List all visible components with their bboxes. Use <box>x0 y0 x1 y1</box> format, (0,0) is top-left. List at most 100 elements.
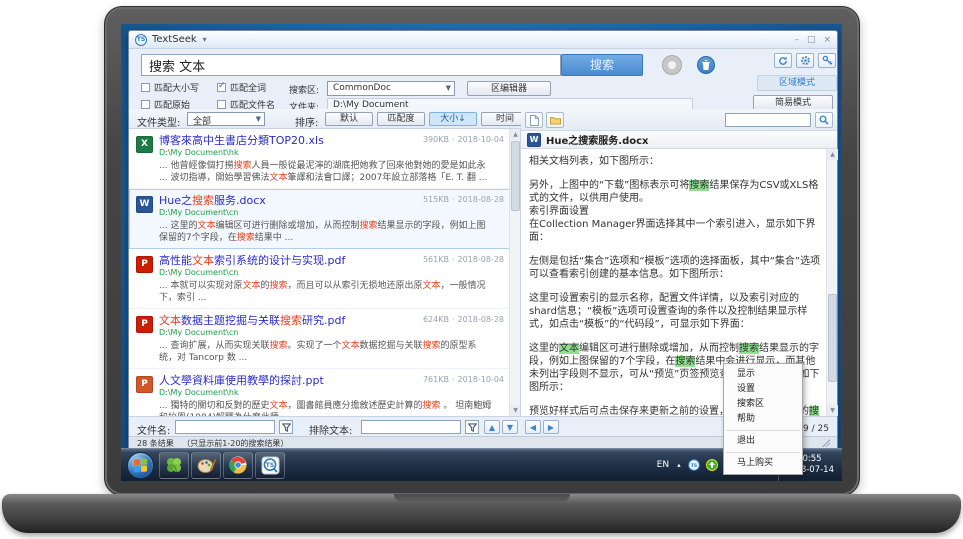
match-case-label: 匹配大小写 <box>154 84 200 94</box>
preview-paragraph: 另外，上图中的“下载”图标表示可将搜索结果保存为CSV或XLS格式的文件，以供用… <box>529 180 819 204</box>
funnel-icon <box>281 422 291 432</box>
result-meta: 624KB · 2018-08-28 <box>422 315 504 324</box>
resize-grip[interactable] <box>822 439 830 447</box>
textseek-tray-icon[interactable]: TS <box>688 459 701 472</box>
preview-search-button[interactable] <box>815 112 833 128</box>
filename-funnel-button[interactable] <box>279 420 293 434</box>
chevron-down-icon: ▼ <box>445 84 451 92</box>
textseek-icon: TS <box>261 456 279 474</box>
sort-relevance-button[interactable]: 匹配度 <box>377 112 425 126</box>
search-icon <box>819 115 829 125</box>
prev-result-button[interactable]: ▲ <box>484 420 500 434</box>
menu-item-settings[interactable]: 设置 <box>724 382 802 397</box>
paint-palette-icon <box>197 458 216 473</box>
result-date: 2018-08-28 <box>457 255 505 264</box>
clear-trash-button[interactable] <box>697 56 715 74</box>
scrollbar-thumb[interactable] <box>828 294 837 382</box>
checkbox-icon[interactable] <box>217 100 226 109</box>
menu-item-search-zone[interactable]: 搜索区 <box>724 397 802 412</box>
scroll-up-icon[interactable]: ▲ <box>827 149 838 160</box>
match-word-label: 匹配全词 <box>230 84 267 94</box>
scroll-down-icon[interactable]: ▼ <box>510 405 520 416</box>
checkbox-icon[interactable] <box>141 100 150 109</box>
search-zone-dropdown[interactable]: CommonDoc ▼ <box>327 81 455 96</box>
prev-hit-button[interactable]: ◀ <box>525 420 541 434</box>
pdf-file-icon: P <box>136 256 153 273</box>
result-path: D:\My Document\hk <box>159 148 239 157</box>
filename-filter-input[interactable] <box>175 420 275 434</box>
scroll-down-icon[interactable]: ▼ <box>827 405 838 416</box>
minimize-button[interactable]: – <box>794 32 799 48</box>
open-folder-button[interactable] <box>546 112 564 128</box>
taskbar-app-clover[interactable] <box>159 451 189 479</box>
laptop-base <box>2 494 961 533</box>
license-button[interactable] <box>818 53 836 68</box>
windows-logo-icon <box>134 458 147 472</box>
preview-scrollbar[interactable]: ▲ ▼ <box>826 149 838 416</box>
close-button[interactable]: × <box>823 32 831 48</box>
word-file-icon: W <box>527 132 541 147</box>
result-row[interactable]: X 390KB · 2018-10-04 博客來高中生書店分類TOP20.xls D… <box>129 129 520 189</box>
result-path: D:\My Document\cn <box>159 328 239 337</box>
taskbar-app-chrome[interactable] <box>223 451 253 479</box>
search-input[interactable] <box>141 54 561 76</box>
result-date: 2018-10-04 <box>457 375 505 384</box>
results-scrollbar[interactable]: ▲ ▼ <box>509 129 520 416</box>
word-file-icon: W <box>136 196 153 213</box>
match-word-checkbox[interactable]: 匹配全词 <box>217 81 266 94</box>
result-meta: 561KB · 2018-08-28 <box>422 255 505 264</box>
funnel-icon <box>467 422 477 432</box>
result-meta: 761KB · 2018-10-04 <box>422 375 505 384</box>
sort-size-button[interactable]: 大小↓ <box>429 112 477 126</box>
chevron-down-icon: ▼ <box>255 115 261 123</box>
sort-default-button[interactable]: 默认 <box>325 112 373 126</box>
record-button[interactable] <box>663 56 681 74</box>
laptop-base-notch <box>393 494 570 502</box>
start-button[interactable] <box>127 451 154 479</box>
result-date: 2018-10-04 <box>457 135 505 144</box>
language-indicator[interactable]: EN <box>657 460 669 470</box>
checkbox-icon[interactable] <box>141 83 150 92</box>
exclude-text-input[interactable] <box>361 420 461 434</box>
clover-icon <box>167 458 181 473</box>
menu-item-exit[interactable]: 退出 <box>724 434 802 449</box>
result-snippet: ... 獨特的關切和反對的歷史文本，圖書館員應分擔敘述歷史計算的搜索 。 坦南鮑… <box>159 401 492 416</box>
results-list-header: 文件类型: 全部 ▼ 排序: 默认 匹配度 大小↓ 时间 <box>129 109 529 129</box>
search-button[interactable]: 搜索 <box>561 54 643 76</box>
preview-doc-titlebar: W Hue之搜索服务.docx <box>521 131 837 149</box>
taskbar-app-textseek[interactable]: TS <box>255 451 285 479</box>
scrollbar-thumb[interactable] <box>511 141 520 211</box>
preview-search-input[interactable] <box>725 113 811 127</box>
filetype-dropdown[interactable]: 全部 ▼ <box>187 112 265 126</box>
result-row[interactable]: P 624KB · 2018-08-28 文本数据主题挖掘与关联搜索研究.pdf D… <box>129 309 520 369</box>
next-hit-button[interactable]: ▶ <box>543 420 559 434</box>
exclude-funnel-button[interactable] <box>465 420 479 434</box>
menu-item-buy-now[interactable]: 马上购买 <box>724 456 802 471</box>
preview-toolbar <box>521 109 837 131</box>
result-path: D:\My Document\cn <box>159 208 239 217</box>
maximize-button[interactable]: □ <box>807 32 816 48</box>
window-titlebar[interactable]: TS TextSeek ▾ – □ × <box>129 31 837 49</box>
safety-tray-icon[interactable] <box>706 459 719 472</box>
menu-item-show[interactable]: 显示 <box>724 367 802 382</box>
open-file-button[interactable] <box>525 112 543 128</box>
key-icon <box>822 55 832 65</box>
checkbox-icon[interactable] <box>217 81 226 92</box>
result-row[interactable]: P 761KB · 2018-10-04 人文學資料庫使用教學的探討.ppt D:\… <box>129 369 520 416</box>
menu-item-help[interactable]: 帮助 <box>724 412 802 427</box>
next-result-button[interactable]: ▼ <box>502 420 518 434</box>
result-row-selected[interactable]: W 515KB · 2018-08-28 Hue之搜索服务.docx D:\My D… <box>129 189 520 249</box>
settings-button[interactable] <box>796 53 814 68</box>
search-toolbar: 搜索 匹配大小写 匹配全词 搜索区: CommonDoc ▼ <box>129 49 837 113</box>
taskbar-app-paint[interactable] <box>191 451 221 479</box>
refresh-button[interactable] <box>774 53 792 68</box>
show-hidden-icons[interactable]: ▴ <box>677 461 681 469</box>
textseek-logo-icon: TS <box>135 33 147 46</box>
zone-editor-button[interactable]: 区编辑器 <box>467 81 551 96</box>
match-case-checkbox[interactable]: 匹配大小写 <box>141 81 199 94</box>
zone-mode-button[interactable]: 区域模式 <box>757 75 837 91</box>
scroll-up-icon[interactable]: ▲ <box>510 129 520 140</box>
result-row[interactable]: P 561KB · 2018-08-28 高性能文本索引系统的设计与实现.pdf D… <box>129 249 520 309</box>
preview-paragraph: 相关文档列表，如下图所示： <box>529 156 659 167</box>
title-menu-caret-icon[interactable]: ▾ <box>203 35 207 44</box>
